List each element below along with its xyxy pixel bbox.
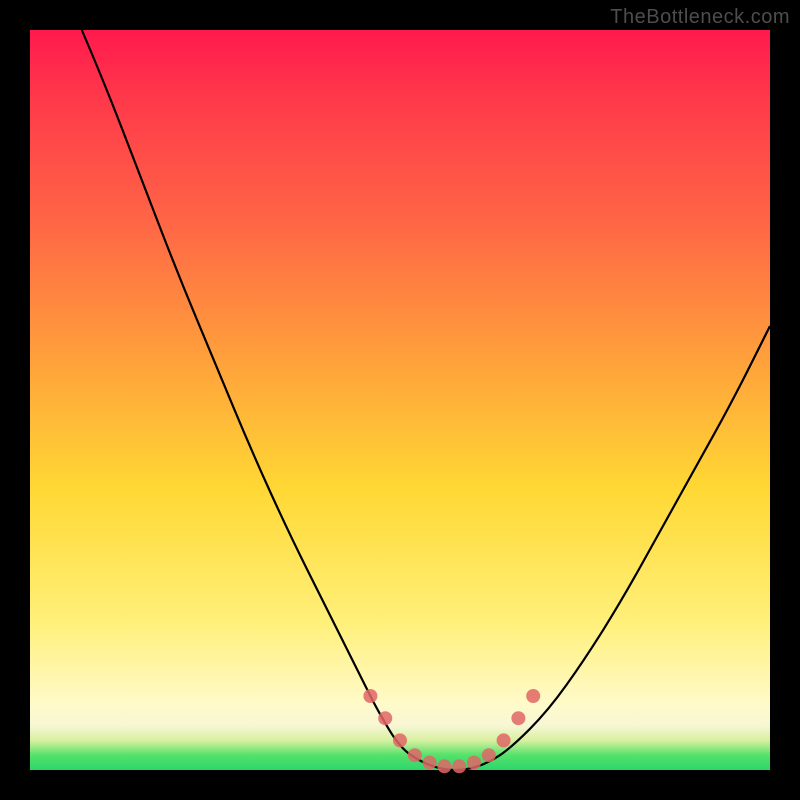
- marker-point: [497, 733, 511, 747]
- curve-layer: [30, 30, 770, 770]
- marker-point: [452, 759, 466, 773]
- chart-frame: TheBottleneck.com: [0, 0, 800, 800]
- plot-area: [30, 30, 770, 770]
- marker-point: [526, 689, 540, 703]
- marker-point: [408, 748, 422, 762]
- marker-point: [378, 711, 392, 725]
- watermark-text: TheBottleneck.com: [610, 6, 790, 29]
- marker-point: [423, 756, 437, 770]
- marker-point: [511, 711, 525, 725]
- marker-point: [467, 756, 481, 770]
- marker-point: [482, 748, 496, 762]
- marker-point: [363, 689, 377, 703]
- bottleneck-curve: [82, 30, 770, 770]
- marker-point: [437, 759, 451, 773]
- marker-point: [393, 733, 407, 747]
